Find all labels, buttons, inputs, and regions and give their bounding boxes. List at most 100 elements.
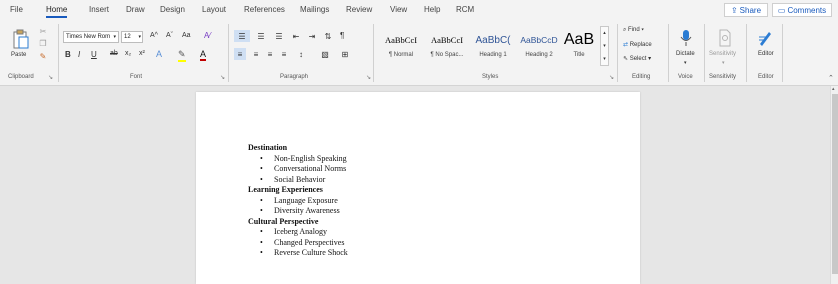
collapse-ribbon-icon[interactable]: ⌃	[828, 74, 834, 82]
dialog-launcher-icon[interactable]: ↘	[609, 74, 614, 81]
replace-icon: ⇄	[623, 42, 629, 48]
justify-icon[interactable]: ≡	[278, 48, 290, 60]
show-formatting-button[interactable]: ¶	[340, 31, 344, 40]
editing-group-label: Editing	[632, 74, 651, 80]
bullets-icon[interactable]: ☰	[234, 30, 250, 42]
tab-rcm[interactable]: RCM	[456, 5, 474, 14]
dialog-launcher-icon[interactable]: ↘	[48, 74, 53, 81]
chevron-down-icon[interactable]: ▾	[722, 60, 725, 66]
superscript-button[interactable]: x²	[139, 50, 145, 57]
bold-button[interactable]: B	[65, 50, 71, 59]
document-body[interactable]: Destination Non-English Speaking Convers…	[248, 143, 348, 259]
strikethrough-button[interactable]: ab	[110, 50, 118, 57]
section-heading: Destination	[248, 143, 288, 152]
search-icon: ⌕	[623, 27, 627, 33]
style-sample: AaBbCcI	[384, 35, 418, 45]
change-case-button[interactable]: Aa	[182, 32, 191, 39]
borders-icon[interactable]: ⊞	[338, 48, 352, 60]
tab-mailings[interactable]: Mailings	[300, 5, 329, 14]
select-button[interactable]: ⇖ Select ▾	[623, 55, 651, 62]
share-label: Share	[739, 5, 762, 15]
tab-layout[interactable]: Layout	[202, 5, 226, 14]
sensitivity-button[interactable]	[716, 27, 734, 49]
shrink-font-button[interactable]: Aˇ	[166, 32, 173, 39]
section-heading: Learning Experiences	[248, 185, 323, 194]
style-title[interactable]: AaB Title	[560, 28, 598, 66]
styles-gallery-scroller[interactable]: ▴ ▾ ▾	[600, 26, 609, 66]
chevron-down-icon: ▾	[648, 56, 652, 62]
align-center-icon[interactable]: ≡	[250, 48, 262, 60]
underline-button[interactable]: U	[91, 50, 97, 59]
dictate-button[interactable]	[676, 27, 696, 49]
vertical-scrollbar[interactable]: ▴	[830, 86, 838, 284]
tab-insert[interactable]: Insert	[89, 5, 109, 14]
chevron-up-icon[interactable]: ▴	[601, 27, 608, 39]
font-name-dropdown[interactable]: Times New Rom ▾	[63, 31, 119, 43]
chevron-down-icon[interactable]: ▾	[601, 40, 608, 52]
font-color-icon[interactable]: A	[200, 49, 207, 61]
style-name: ¶ Normal	[388, 52, 414, 58]
shading-icon[interactable]: ▧	[318, 48, 332, 60]
multilevel-list-icon[interactable]: ☰	[272, 30, 286, 42]
tab-view[interactable]: View	[390, 5, 407, 14]
paste-label: Paste	[11, 52, 27, 58]
dialog-launcher-icon[interactable]: ↘	[366, 74, 371, 81]
grow-font-button[interactable]: A^	[150, 32, 158, 39]
increase-indent-icon[interactable]: ⇥	[306, 30, 318, 42]
cut-icon[interactable]: ✂	[38, 26, 48, 36]
font-name-value: Times New Rom	[66, 34, 111, 40]
share-button[interactable]: ⇪ Share	[724, 3, 768, 17]
decrease-indent-icon[interactable]: ⇤	[290, 30, 302, 42]
text-effects-icon[interactable]: A	[156, 49, 162, 59]
clipboard-icon	[13, 29, 29, 49]
tab-references[interactable]: References	[244, 5, 285, 14]
numbering-icon[interactable]: ☰	[254, 30, 268, 42]
line-spacing-icon[interactable]: ↕	[294, 48, 308, 60]
style-heading-2[interactable]: AaBbCcD Heading 2	[516, 28, 562, 66]
tab-design[interactable]: Design	[160, 5, 185, 14]
style-no-spacing[interactable]: AaBbCcI ¶ No Spac...	[424, 28, 470, 66]
style-normal[interactable]: AaBbCcI ¶ Normal	[378, 28, 424, 66]
copy-icon[interactable]: ❐	[38, 38, 48, 48]
align-right-icon[interactable]: ≡	[264, 48, 276, 60]
align-left-icon[interactable]: ≡	[234, 48, 246, 60]
tab-home[interactable]: Home	[46, 5, 68, 18]
list-item: Diversity Awareness	[260, 206, 348, 217]
style-heading-1[interactable]: AaBbC( Heading 1	[470, 28, 516, 66]
italic-button[interactable]: I	[78, 50, 80, 59]
replace-button[interactable]: ⇄ Replace	[623, 41, 652, 48]
comment-icon: ▭	[777, 5, 786, 15]
font-size-dropdown[interactable]: 12 ▾	[121, 31, 143, 43]
divider	[228, 24, 229, 82]
comments-button[interactable]: ▭ Comments	[772, 3, 832, 17]
highlight-icon[interactable]: ✎	[178, 49, 186, 62]
document-page[interactable]: Destination Non-English Speaking Convers…	[196, 92, 640, 284]
paste-button[interactable]	[12, 28, 30, 50]
format-painter-icon[interactable]: ✎	[38, 51, 48, 61]
chevron-down-icon[interactable]: ▾	[684, 60, 687, 66]
tab-file[interactable]: File	[10, 5, 23, 14]
more-styles-icon[interactable]: ▾	[601, 53, 608, 65]
subscript-button[interactable]: x₂	[125, 50, 131, 57]
sensitivity-icon	[719, 29, 731, 47]
tab-help[interactable]: Help	[424, 5, 440, 14]
style-name: Title	[573, 52, 585, 58]
sensitivity-label: Sensitivity	[709, 51, 737, 57]
scrollbar-thumb[interactable]	[832, 94, 838, 274]
list-item: Language Exposure	[260, 196, 348, 207]
replace-label: Replace	[629, 42, 652, 48]
editor-button[interactable]	[756, 27, 774, 49]
editor-label: Editor	[758, 51, 774, 57]
font-group-label: Font	[130, 74, 143, 80]
find-button[interactable]: ⌕ Find ▾	[623, 27, 644, 34]
dictate-label: Dictate	[676, 51, 695, 57]
clear-formatting-icon[interactable]: A⁄	[204, 31, 211, 40]
tab-draw[interactable]: Draw	[126, 5, 145, 14]
divider	[782, 24, 783, 82]
sort-icon[interactable]: ⇅	[322, 30, 334, 42]
bullet-list: Non-English Speaking Conversational Norm…	[248, 154, 348, 186]
scroll-up-icon[interactable]: ▴	[832, 86, 835, 92]
tab-review[interactable]: Review	[346, 5, 372, 14]
dialog-launcher-icon[interactable]: ↘	[220, 74, 225, 81]
microphone-icon	[680, 30, 692, 46]
